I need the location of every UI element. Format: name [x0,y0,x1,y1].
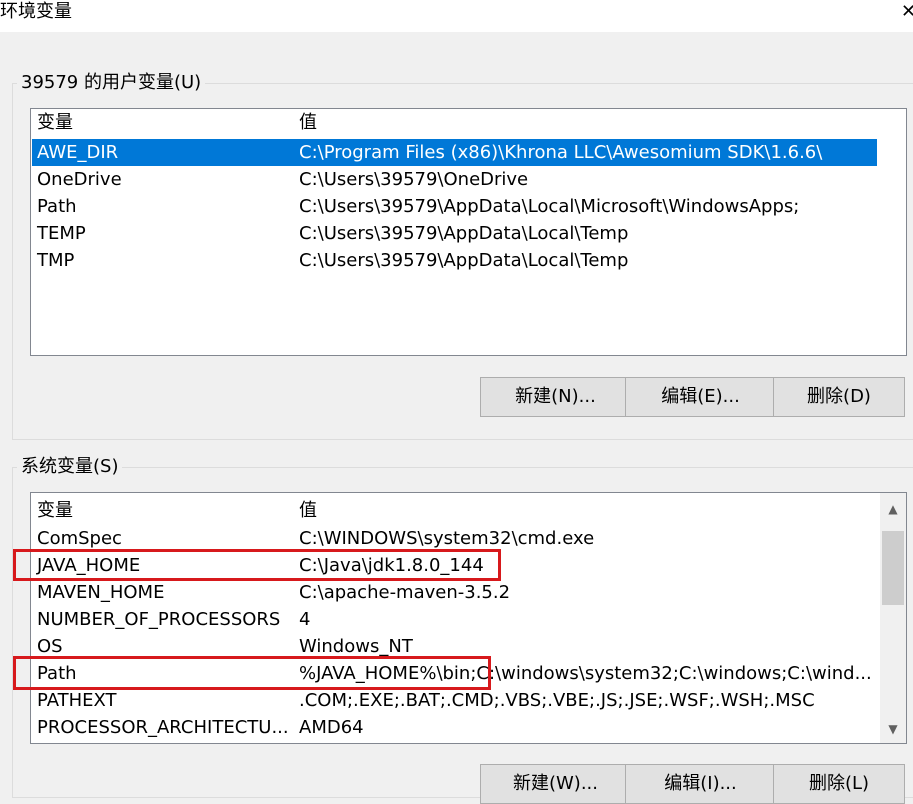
list-header: 变量 值 [32,497,877,524]
scroll-up-icon[interactable]: ▲ [880,497,906,521]
user-variables-list[interactable]: 变量 值 AWE_DIR C:\Program Files (x86)\Khro… [30,108,907,356]
user-edit-button[interactable]: 编辑(E)... [625,377,776,417]
table-row[interactable]: ComSpec C:\WINDOWS\system32\cmd.exe [32,525,877,552]
variable-name: TMP [37,250,75,271]
variable-value: C:\Users\39579\OneDrive [299,169,529,190]
variable-name: PATHEXT [37,690,117,711]
variable-name: OS [37,636,63,657]
variable-value: C:\apache-maven-3.5.2 [299,582,511,603]
variable-value: C:\Program Files (x86)\Khrona LLC\Awesom… [299,142,823,163]
system-edit-button[interactable]: 编辑(I)... [625,764,776,804]
column-header-value[interactable]: 值 [299,109,317,136]
variable-value: C:\Java\jdk1.8.0_144 [299,555,484,576]
variable-value: .COM;.EXE;.BAT;.CMD;.VBS;.VBE;.JS;.JSE;.… [299,690,815,711]
variable-name: Path [37,663,77,684]
user-delete-button[interactable]: 删除(D) [773,377,905,417]
variable-name: JAVA_HOME [37,555,141,576]
column-header-value[interactable]: 值 [299,497,317,524]
variable-name: ComSpec [37,528,122,549]
user-variables-label: 39579 的用户变量(U) [21,72,202,93]
list-header: 变量 值 [32,109,877,136]
table-row[interactable]: TEMP C:\Users\39579\AppData\Local\Temp [32,220,877,247]
table-row[interactable]: Path %JAVA_HOME%\bin;C:\windows\system32… [32,660,877,687]
window-title: 环境变量 [0,1,72,22]
column-header-variable[interactable]: 变量 [37,497,73,524]
variable-value: Windows_NT [299,636,413,657]
variable-value: C:\Users\39579\AppData\Local\Temp [299,223,629,244]
table-row[interactable]: TMP C:\Users\39579\AppData\Local\Temp [32,247,877,274]
system-variables-list[interactable]: 变量 值 ComSpec C:\WINDOWS\system32\cmd.exe… [30,492,907,744]
table-row[interactable]: MAVEN_HOME C:\apache-maven-3.5.2 [32,579,877,606]
variable-name: Path [37,196,77,217]
close-icon[interactable]: ✕ [901,0,913,24]
variable-name: NUMBER_OF_PROCESSORS [37,609,281,630]
vertical-scrollbar[interactable]: ▲ ▼ [880,493,906,743]
table-row[interactable]: JAVA_HOME C:\Java\jdk1.8.0_144 [32,552,877,579]
system-variables-label: 系统变量(S) [21,456,119,477]
user-new-button[interactable]: 新建(N)... [480,377,631,417]
variable-value: AMD64 [299,717,364,738]
variable-value: %JAVA_HOME%\bin;C:\windows\system32;C:\w… [299,663,872,684]
title-bar: 环境变量 ✕ [0,0,913,32]
scroll-thumb[interactable] [882,531,904,605]
variable-value: C:\Users\39579\AppData\Local\Temp [299,250,629,271]
variable-name: AWE_DIR [37,142,119,163]
scroll-down-icon[interactable]: ▼ [880,717,906,741]
variable-name: OneDrive [37,169,122,190]
variable-name: PROCESSOR_ARCHITECTU... [37,717,289,738]
variable-name: MAVEN_HOME [37,582,165,603]
table-row[interactable]: OneDrive C:\Users\39579\OneDrive [32,166,877,193]
table-row[interactable]: OS Windows_NT [32,633,877,660]
variable-value: 4 [299,609,311,630]
table-row[interactable]: PROCESSOR_ARCHITECTU... AMD64 [32,714,877,741]
column-header-variable[interactable]: 变量 [37,109,73,136]
table-row[interactable]: AWE_DIR C:\Program Files (x86)\Khrona LL… [32,139,877,166]
table-row[interactable]: Path C:\Users\39579\AppData\Local\Micros… [32,193,877,220]
table-row[interactable]: PATHEXT .COM;.EXE;.BAT;.CMD;.VBS;.VBE;.J… [32,687,877,714]
system-new-button[interactable]: 新建(W)... [480,764,631,804]
variable-value: C:\WINDOWS\system32\cmd.exe [299,528,595,549]
variable-name: TEMP [37,223,86,244]
table-row[interactable]: NUMBER_OF_PROCESSORS 4 [32,606,877,633]
system-delete-button[interactable]: 删除(L) [773,764,905,804]
variable-value: C:\Users\39579\AppData\Local\Microsoft\W… [299,196,800,217]
